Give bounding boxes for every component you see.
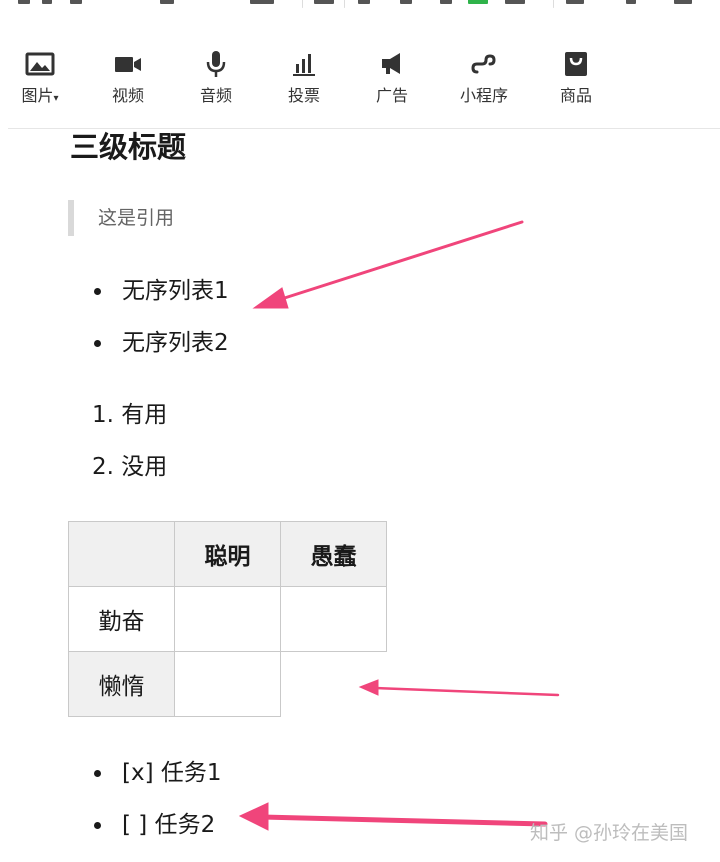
annotation-arrow [270,220,524,304]
arrowhead [252,287,289,309]
table-cell[interactable] [174,586,281,652]
watermark: 知乎 @孙玲在美国 [530,822,689,844]
list-item[interactable]: 无序列表2 [94,328,229,380]
video-button[interactable]: 视频 [88,48,168,106]
ordered-list: 1. 有用 2. 没用 [92,400,167,504]
product-button[interactable]: 商品 [536,48,616,106]
mini-program-label: 小程序 [459,86,508,105]
poll-button[interactable]: 投票 [264,48,344,106]
annotation-arrow [259,814,548,827]
table-header-cell[interactable]: 愚蠢 [280,521,387,587]
task-item[interactable]: [x] 任务1 [94,758,222,810]
unordered-list: 无序列表1 无序列表2 [94,276,229,380]
blockquote[interactable]: 这是引用 [68,200,174,236]
table-header-row: 聪明 愚蠢 [68,521,387,587]
shopping-bag-icon [565,52,587,76]
product-label: 商品 [559,86,592,105]
microphone-icon [206,51,226,77]
table-header-cell[interactable]: 聪明 [174,521,281,587]
table-row-label[interactable]: 懒惰 [68,651,175,717]
format-toolbar-clipped [0,0,720,10]
mini-program-icon [471,54,496,74]
table-cell[interactable] [280,586,387,652]
list-item[interactable]: 2. 没用 [92,452,167,504]
poll-label: 投票 [287,86,320,105]
audio-button[interactable]: 音频 [176,48,256,106]
table-row: 懒惰 [68,651,387,717]
image-button[interactable]: 图片▾ [0,48,80,109]
megaphone-icon [382,53,400,74]
table-header-cell[interactable] [68,521,175,587]
audio-label: 音频 [199,86,232,105]
heading-level-3[interactable]: 三级标题 [70,124,186,166]
image-label: 图片 [21,86,54,105]
task-list: [x] 任务1 [ ] 任务2 [94,758,222,862]
chevron-down-icon: ▾ [53,93,59,104]
video-icon [115,57,141,72]
table-cell[interactable] [174,651,281,717]
mini-program-button[interactable]: 小程序 [444,48,524,106]
table-row-label[interactable]: 勤奋 [68,586,175,652]
annotation-arrow [372,686,560,697]
image-icon [25,52,55,76]
insert-toolbar: 图片▾ 视频 音频 投票 广告 小程序 商品 [0,48,720,112]
list-item[interactable]: 1. 有用 [92,400,167,452]
table-missing-cell [281,652,387,717]
list-item[interactable]: 无序列表1 [94,276,229,328]
ad-label: 广告 [375,86,408,105]
table-row: 勤奋 [68,586,387,652]
task-item[interactable]: [ ] 任务2 [94,810,222,862]
ad-button[interactable]: 广告 [352,48,432,106]
poll-chart-icon [293,54,315,76]
data-table: 聪明 愚蠢 勤奋 懒惰 [68,521,387,717]
video-label: 视频 [111,86,144,105]
arrowhead [238,802,269,831]
